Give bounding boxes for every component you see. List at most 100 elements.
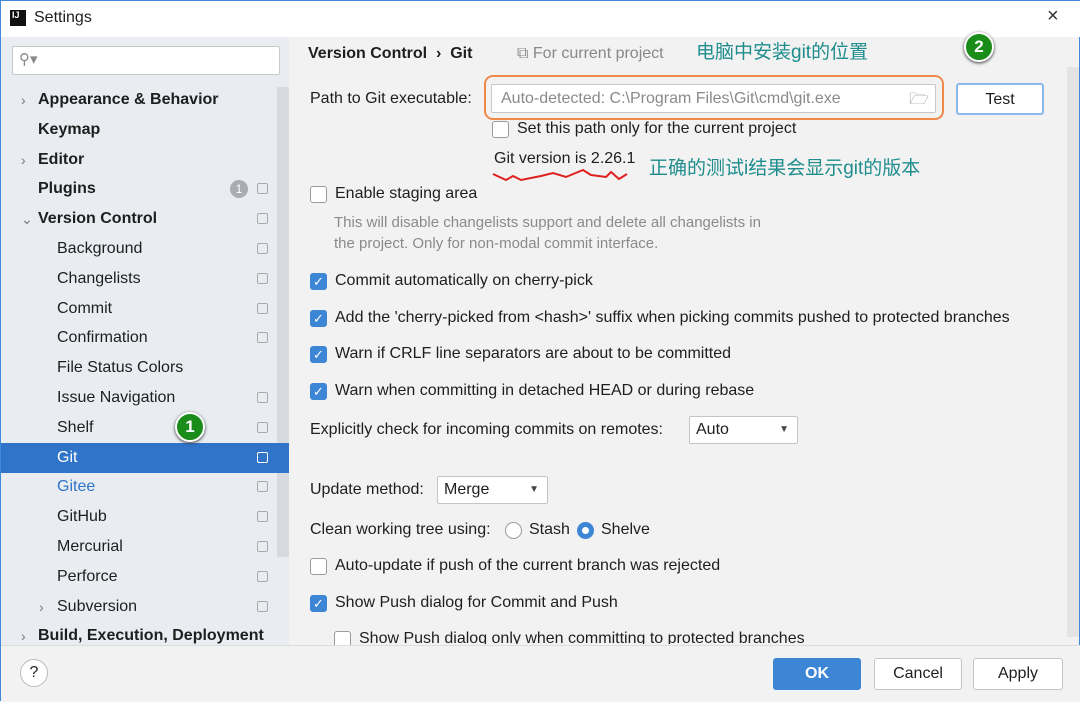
project-settings-icon	[257, 511, 268, 523]
sidebar-item-label: Version Control	[38, 210, 158, 228]
sidebar-item[interactable]: Issue Navigation	[1, 383, 289, 413]
sidebar-item-label: Editor	[38, 150, 85, 168]
project-settings-icon	[257, 272, 268, 284]
sidebar-item-label: Subversion	[57, 597, 138, 615]
project-settings-icon	[257, 481, 268, 493]
sidebar-item-label: Mercurial	[57, 538, 123, 555]
chevron-down-icon[interactable]: ⌄	[21, 204, 33, 234]
chevron-down-icon: ▼	[529, 484, 539, 495]
option-label: Warn if CRLF line separators are about t…	[335, 345, 732, 363]
sidebar-item[interactable]: Commit	[1, 294, 289, 324]
annotation-marker-2: 2	[964, 32, 994, 62]
cancel-button[interactable]: Cancel	[874, 658, 962, 690]
option-checkbox[interactable]: ✓	[310, 309, 327, 327]
sidebar-item[interactable]: ⌄ Version Control	[1, 204, 289, 234]
git-path-input[interactable]: Auto-detected: C:\Program Files\Git\cmd\…	[491, 84, 936, 113]
sidebar-item-label: GitHub	[57, 508, 107, 526]
sidebar-item[interactable]: File Status Colors	[1, 353, 289, 383]
sidebar-item[interactable]: GitHub	[1, 502, 289, 532]
search-icon: ⚲▾	[19, 51, 38, 68]
sidebar-item[interactable]: › Editor	[1, 145, 289, 175]
project-settings-icon	[257, 243, 268, 254]
project-settings-icon	[257, 183, 268, 195]
dialog-footer: ? OK Cancel Apply	[1, 645, 1080, 702]
sidebar-item-label: Issue Navigation	[57, 389, 176, 406]
window-title: Settings	[34, 9, 92, 26]
apply-button[interactable]: Apply	[973, 658, 1063, 690]
show-push-label: Show Push dialog for Commit and Push	[335, 594, 618, 611]
chevron-right-icon[interactable]: ›	[21, 145, 26, 175]
sidebar-item[interactable]: Gitee	[1, 472, 289, 502]
count-badge: 1	[230, 180, 248, 199]
update-method-label: Update method:	[310, 481, 424, 498]
project-settings-icon	[257, 421, 268, 433]
annotation-note-version: 正确的测试i结果会显示git的版本	[649, 158, 921, 179]
chevron-right-icon[interactable]: ›	[21, 85, 26, 115]
sidebar-item[interactable]: Shelf	[1, 413, 289, 443]
sidebar-item-label: Background	[57, 240, 143, 257]
sidebar-item[interactable]: Mercurial	[1, 532, 289, 562]
sidebar-item-label: Gitee	[57, 478, 96, 496]
help-button[interactable]: ?	[20, 659, 48, 687]
project-settings-icon	[257, 213, 268, 225]
update-method-select[interactable]: Merge ▼	[437, 476, 548, 504]
sidebar-item-label: Git	[57, 448, 78, 466]
auto-update-checkbox[interactable]	[310, 558, 327, 575]
sidebar-item[interactable]: Perforce	[1, 562, 289, 592]
incoming-select[interactable]: Auto ▼	[689, 416, 798, 444]
main-scrollbar[interactable]	[1067, 67, 1079, 637]
staging-description: the project. Only for non-modal commit i…	[334, 235, 659, 252]
option-checkbox[interactable]: ✓	[310, 273, 327, 290]
set-path-only-label: Set this path only for the current proje…	[517, 120, 797, 137]
sidebar-item[interactable]: Keymap	[1, 115, 289, 145]
staging-checkbox[interactable]	[310, 186, 327, 203]
project-settings-icon	[257, 570, 268, 582]
sidebar-item[interactable]: Confirmation	[1, 323, 289, 353]
stash-label: Stash	[529, 521, 570, 538]
annotation-note-path: 电脑中安装git的位置	[696, 42, 869, 63]
sidebar-item-label: Keymap	[38, 120, 101, 138]
staging-description: This will disable changelists support an…	[334, 214, 761, 231]
for-current-project: ⧉ For current project	[517, 45, 664, 62]
shelve-radio[interactable]	[577, 522, 594, 539]
project-settings-icon	[257, 541, 268, 552]
title-bar: IJ Settings ×	[1, 1, 1080, 37]
test-button[interactable]: Test	[956, 83, 1044, 115]
sidebar-item-label: Perforce	[57, 567, 118, 585]
sidebar-item-label: Commit	[57, 299, 113, 317]
option-label: Commit automatically on cherry-pick	[335, 272, 593, 289]
show-push-checkbox[interactable]: ✓	[310, 595, 327, 612]
sidebar-item-label: File Status Colors	[57, 359, 184, 377]
shelve-label: Shelve	[601, 521, 650, 538]
sidebar-item[interactable]: Changelists	[1, 264, 289, 294]
project-settings-icon	[257, 332, 268, 344]
project-settings-icon	[257, 451, 268, 463]
annotation-underline	[492, 168, 628, 182]
sidebar-item-label: Confirmation	[57, 329, 148, 347]
sidebar-item-label: Shelf	[57, 418, 94, 436]
chevron-right-icon[interactable]: ›	[39, 592, 44, 622]
project-settings-icon	[257, 600, 268, 612]
clean-tree-label: Clean working tree using:	[310, 521, 491, 538]
sidebar-item-label: Appearance & Behavior	[38, 91, 219, 108]
stash-radio[interactable]	[505, 522, 522, 539]
project-settings-icon	[257, 302, 268, 314]
sidebar-item[interactable]: Background	[1, 234, 289, 264]
set-path-only-checkbox[interactable]	[492, 121, 509, 138]
option-checkbox[interactable]: ✓	[310, 382, 327, 400]
annotation-marker-1: 1	[175, 412, 205, 442]
project-settings-icon	[257, 392, 268, 403]
sidebar-item-label: Changelists	[57, 269, 141, 287]
ok-button[interactable]: OK	[773, 658, 861, 690]
app-icon: IJ	[10, 10, 26, 26]
sidebar-item[interactable]: › Appearance & Behavior	[1, 85, 289, 115]
sidebar-item[interactable]: › Subversion	[1, 592, 289, 622]
sidebar-item[interactable]: Plugins 1	[1, 174, 289, 204]
option-checkbox[interactable]: ✓	[310, 346, 327, 364]
close-icon[interactable]: ×	[1047, 5, 1059, 28]
search-input[interactable]: ⚲▾	[12, 46, 280, 75]
folder-icon[interactable]: 🗁	[909, 88, 929, 115]
sidebar-item[interactable]: Git	[1, 442, 289, 473]
copy-icon: ⧉	[517, 45, 529, 62]
show-push-protected-label: Show Push dialog only when committing to…	[359, 630, 805, 644]
